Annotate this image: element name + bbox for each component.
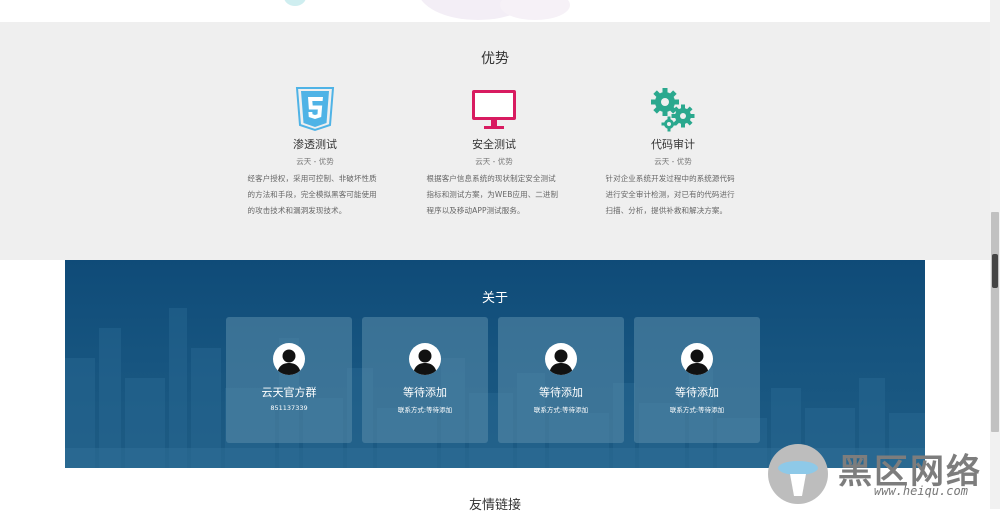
contact-card[interactable]: 等待添加 联系方式:等待添加 bbox=[362, 317, 488, 443]
advantages-title: 优势 bbox=[481, 51, 509, 67]
contact-card[interactable]: 等待添加 联系方式:等待添加 bbox=[634, 317, 760, 443]
top-strip bbox=[0, 0, 990, 22]
card-name: 等待添加 bbox=[675, 386, 719, 399]
scrollbar-thumb[interactable] bbox=[991, 212, 999, 432]
html5-icon bbox=[295, 87, 335, 132]
avatar bbox=[681, 343, 713, 375]
advantage-description: 根据客户信息系统的现状制定安全测试指标和测试方案，为WEB应用、二进制程序以及移… bbox=[426, 174, 559, 215]
right-gutter bbox=[925, 260, 990, 468]
about-section: 关于 云天官方群 851137339 等待添加 联系方式:等待添加 等待添加 联… bbox=[65, 260, 925, 468]
advantage-penetration: 渗透测试 云天 - 优势 经客户授权，采用可控制、非破坏性质的方法和手段，完全模… bbox=[235, 86, 395, 219]
advantage-subtitle: 云天 - 优势 bbox=[475, 157, 513, 166]
contact-card[interactable]: 等待添加 联系方式:等待添加 bbox=[498, 317, 624, 443]
decor-circle bbox=[284, 0, 306, 6]
advantages-section: 优势 渗透测试 云天 - 优势 经客户授权，采用可控制、非破坏性质的方法和手段，… bbox=[0, 22, 990, 260]
avatar bbox=[545, 343, 577, 375]
user-silhouette-icon bbox=[685, 349, 709, 375]
watermark: 黑区网络 www.heiqu.com bbox=[764, 440, 994, 508]
advantage-subtitle: 云天 - 优势 bbox=[296, 157, 334, 166]
advantage-description: 针对企业系统开发过程中的系统源代码进行安全审计检测，对已有的代码进行扫描、分析，… bbox=[605, 174, 735, 215]
user-silhouette-icon bbox=[549, 349, 573, 375]
avatar bbox=[409, 343, 441, 375]
advantage-description: 经客户授权，采用可控制、非破坏性质的方法和手段，完全模拟黑客可能使用的攻击技术和… bbox=[247, 174, 377, 215]
advantage-subtitle: 云天 - 优势 bbox=[654, 157, 692, 166]
gears-icon bbox=[651, 88, 695, 132]
advantage-name: 代码审计 bbox=[651, 138, 695, 151]
watermark-logo-icon bbox=[768, 444, 828, 504]
decor-circle bbox=[500, 0, 570, 20]
contact-card[interactable]: 云天官方群 851137339 bbox=[226, 317, 352, 443]
about-title: 关于 bbox=[481, 291, 508, 306]
watermark-url: www.heiqu.com bbox=[874, 484, 968, 498]
card-contact: 联系方式:等待添加 bbox=[533, 406, 589, 414]
scrollbar-marker bbox=[992, 254, 998, 288]
card-name: 等待添加 bbox=[539, 386, 583, 399]
monitor-icon bbox=[472, 90, 516, 129]
avatar bbox=[273, 343, 305, 375]
card-contact: 851137339 bbox=[270, 404, 308, 412]
advantage-name: 渗透测试 bbox=[293, 138, 337, 151]
card-name: 等待添加 bbox=[403, 386, 447, 399]
user-silhouette-icon bbox=[413, 349, 437, 375]
card-contact: 联系方式:等待添加 bbox=[669, 406, 725, 414]
card-name: 云天官方群 bbox=[261, 386, 317, 399]
advantage-security-test: 安全测试 云天 - 优势 根据客户信息系统的现状制定安全测试指标和测试方案，为W… bbox=[414, 86, 574, 219]
user-silhouette-icon bbox=[277, 349, 301, 375]
advantage-code-audit: 代码审计 云天 - 优势 针对企业系统开发过程中的系统源代码进行安全审计检测，对… bbox=[593, 86, 753, 219]
card-contact: 联系方式:等待添加 bbox=[397, 406, 453, 414]
advantage-name: 安全测试 bbox=[472, 138, 516, 151]
